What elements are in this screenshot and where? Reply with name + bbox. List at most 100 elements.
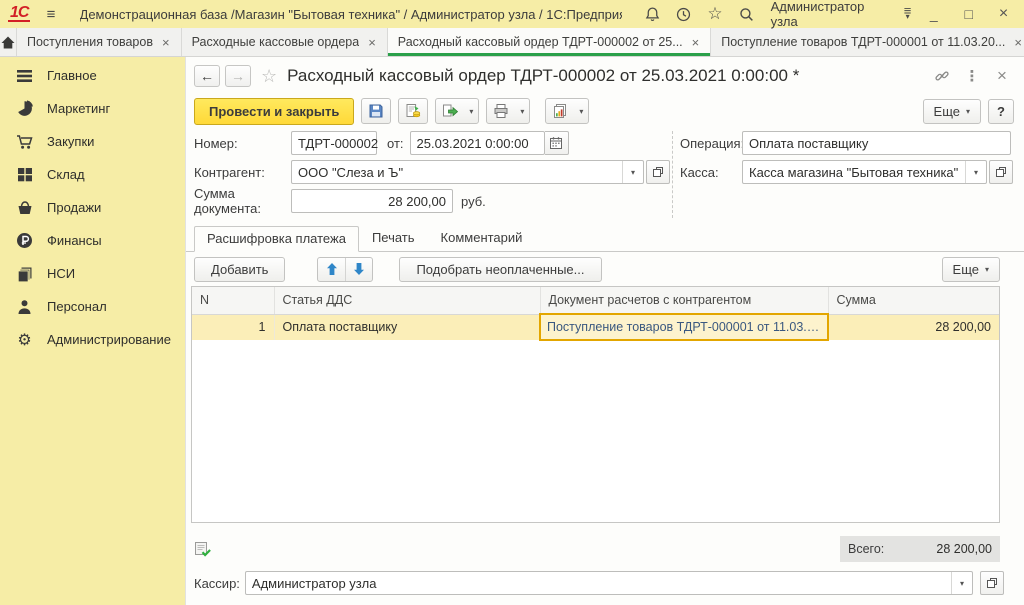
cell-settlement-doc[interactable]: Поступление товаров ТДРТ-000001 от 11.03… xyxy=(540,314,828,340)
post-document-icon xyxy=(399,99,427,123)
tab-goods-receipts[interactable]: Поступления товаров × xyxy=(17,28,182,56)
col-header-amount[interactable]: Сумма xyxy=(828,287,999,314)
col-header-n[interactable]: N xyxy=(192,287,274,314)
open-cashier-icon[interactable] xyxy=(980,571,1004,595)
cell-amount[interactable]: 28 200,00 xyxy=(828,314,999,340)
cell-row-number[interactable]: 1 xyxy=(192,314,274,340)
amount-label: Сумма документа: xyxy=(194,186,291,216)
operation-label: Операция: xyxy=(680,136,742,151)
tab-payment-details[interactable]: Расшифровка платежа xyxy=(194,226,359,252)
post-and-close-button[interactable]: Провести и закрыть xyxy=(194,98,354,125)
total-box: Всего: 28 200,00 xyxy=(840,536,1000,562)
dropdown-icon[interactable]: ▾ xyxy=(464,99,478,123)
sidebar-item-main[interactable]: Главное xyxy=(0,59,185,92)
table-row[interactable]: 1 Оплата поставщику Поступление товаров … xyxy=(192,314,999,340)
tab-print[interactable]: Печать xyxy=(359,225,428,251)
sidebar-item-administration[interactable]: ⚙ Администрирование xyxy=(0,323,185,356)
sidebar-item-personnel[interactable]: Персонал xyxy=(0,290,185,323)
tab-cash-orders[interactable]: Расходные кассовые ордера × xyxy=(182,28,388,56)
more-actions-kebab-icon[interactable]: ⋮ xyxy=(960,65,984,87)
notifications-bell-icon[interactable] xyxy=(642,4,663,24)
contractor-label: Контрагент: xyxy=(194,165,291,180)
close-window-icon[interactable]: × xyxy=(991,4,1016,24)
dropdown-icon[interactable]: ▾ xyxy=(515,99,529,123)
get-link-icon[interactable] xyxy=(930,65,954,87)
cart-icon xyxy=(15,133,34,151)
cashier-field[interactable]: Администратор узла ▾ xyxy=(245,571,973,595)
tab-cash-order-document[interactable]: Расходный кассовый ордер ТДРТ-000002 от … xyxy=(388,28,711,56)
close-tab-icon[interactable]: × xyxy=(161,35,171,50)
create-based-on-button[interactable]: ▾ xyxy=(435,98,479,124)
home-icon xyxy=(0,35,16,50)
dropdown-icon[interactable]: ▾ xyxy=(965,161,986,183)
dropdown-icon[interactable]: ▾ xyxy=(574,99,588,123)
open-cashbox-icon[interactable] xyxy=(989,160,1013,184)
save-icon xyxy=(362,99,390,123)
col-header-settlement-doc[interactable]: Документ расчетов с контрагентом xyxy=(540,287,828,314)
cashier-label: Кассир: xyxy=(194,576,240,591)
post-document-button[interactable] xyxy=(398,98,428,124)
pick-unpaid-button[interactable]: Подобрать неоплаченные... xyxy=(399,257,601,282)
open-contractor-icon[interactable] xyxy=(646,160,670,184)
forward-button[interactable]: → xyxy=(225,65,251,87)
basket-icon xyxy=(15,199,34,217)
cashbox-field[interactable]: Касса магазина "Бытовая техника" ▾ xyxy=(742,160,987,184)
amount-field[interactable]: 28 200,00 xyxy=(291,189,453,213)
sidebar-item-sales[interactable]: Продажи xyxy=(0,191,185,224)
service-menu-icon[interactable]: ≡▾ xyxy=(904,8,912,20)
pie-chart-icon xyxy=(15,100,34,118)
current-user[interactable]: Администратор узла xyxy=(771,0,890,29)
contractor-field[interactable]: ООО "Слеза и Ъ" ▾ xyxy=(291,160,644,184)
gear-icon: ⚙ xyxy=(15,331,34,349)
close-form-icon[interactable]: × xyxy=(990,65,1014,87)
payment-details-table: N Статья ДДС Документ расчетов с контраг… xyxy=(191,286,1000,523)
move-row-down-icon[interactable] xyxy=(345,258,372,281)
calendar-icon[interactable] xyxy=(545,131,569,155)
minimize-icon[interactable]: _ xyxy=(921,4,946,24)
back-button[interactable]: ← xyxy=(194,65,220,87)
maximize-icon[interactable]: □ xyxy=(956,4,981,24)
tab-bar: Поступления товаров × Расходные кассовые… xyxy=(0,28,1024,57)
dropdown-icon[interactable]: ▾ xyxy=(951,572,972,594)
dropdown-icon: ▾ xyxy=(985,265,989,274)
number-field[interactable]: ТДРТ-000002 xyxy=(291,131,377,155)
ruble-circle-icon xyxy=(15,232,34,250)
close-tab-icon[interactable]: × xyxy=(367,35,377,50)
reports-button[interactable]: ▾ xyxy=(545,98,589,124)
date-field[interactable]: 25.03.2021 0:00:00 xyxy=(410,131,545,155)
create-based-on-icon xyxy=(436,99,464,123)
help-button[interactable]: ? xyxy=(988,99,1014,124)
blocks-icon xyxy=(15,166,34,184)
sidebar-item-masterdata[interactable]: НСИ xyxy=(0,257,185,290)
save-button[interactable] xyxy=(361,98,391,124)
main-menu-icon[interactable]: ≡ xyxy=(40,4,61,24)
favorite-star-icon[interactable]: ☆ xyxy=(261,66,277,87)
cashbox-label: Касса: xyxy=(680,165,742,180)
favorites-star-icon[interactable]: ☆ xyxy=(704,4,725,24)
tab-goods-receipt-document[interactable]: Поступление товаров ТДРТ-000001 от 11.03… xyxy=(711,28,1024,56)
add-row-button[interactable]: Добавить xyxy=(194,257,285,282)
tab-comment[interactable]: Комментарий xyxy=(428,225,536,251)
sidebar-item-purchases[interactable]: Закупки xyxy=(0,125,185,158)
dropdown-icon[interactable]: ▾ xyxy=(622,161,643,183)
cell-article[interactable]: Оплата поставщику xyxy=(274,314,540,340)
close-tab-icon[interactable]: × xyxy=(691,35,701,50)
home-tab[interactable] xyxy=(0,28,17,56)
sidebar-item-finance[interactable]: Финансы xyxy=(0,224,185,257)
stacked-docs-icon xyxy=(15,265,34,283)
operation-field[interactable]: Оплата поставщику xyxy=(742,131,1011,155)
close-tab-icon[interactable]: × xyxy=(1013,35,1023,50)
section-sidebar: Главное Маркетинг Закупки Склад Продажи xyxy=(0,57,185,605)
move-row-up-icon[interactable] xyxy=(318,258,345,281)
person-icon xyxy=(15,298,34,316)
sidebar-item-warehouse[interactable]: Склад xyxy=(0,158,185,191)
sidebar-item-marketing[interactable]: Маркетинг xyxy=(0,92,185,125)
table-more-button[interactable]: Еще▾ xyxy=(942,257,1000,282)
col-header-article[interactable]: Статья ДДС xyxy=(274,287,540,314)
search-icon[interactable] xyxy=(736,4,757,24)
history-icon[interactable] xyxy=(673,4,694,24)
date-label: от: xyxy=(387,136,404,151)
print-button[interactable]: ▾ xyxy=(486,98,530,124)
posted-document-icon xyxy=(194,541,212,558)
header-more-button[interactable]: Еще▾ xyxy=(923,99,981,124)
